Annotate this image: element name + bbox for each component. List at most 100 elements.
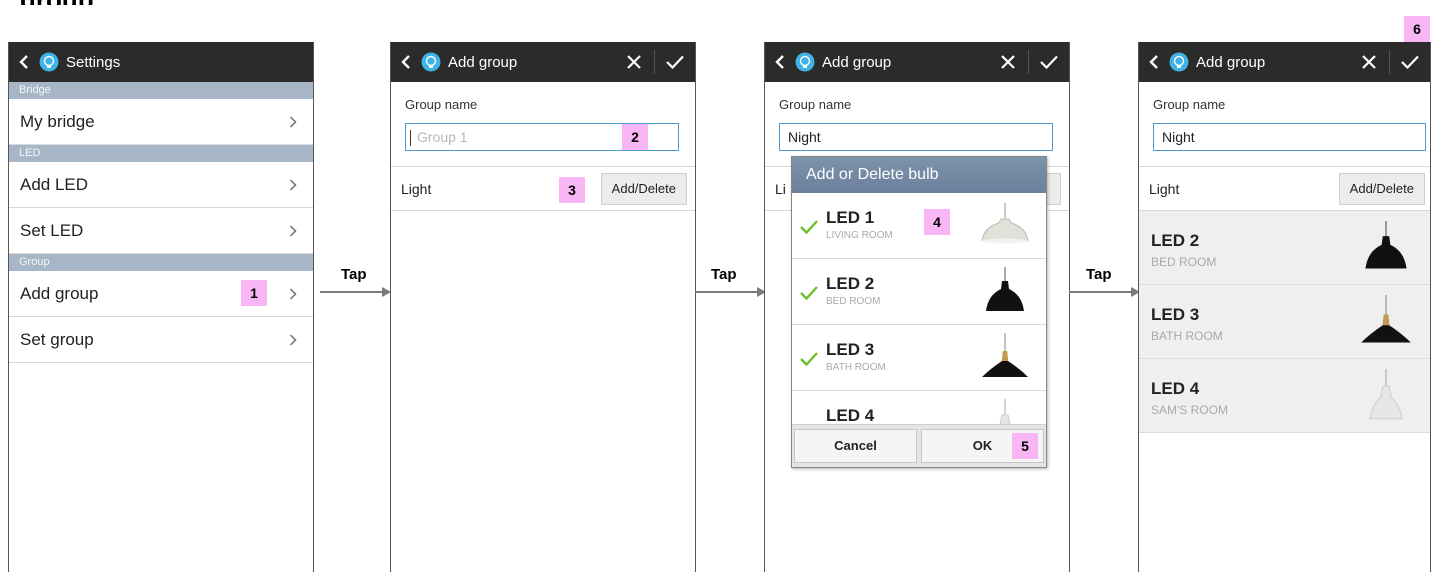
section-header-led: LED <box>9 145 313 162</box>
check-icon[interactable] <box>1029 42 1069 82</box>
group-name-input[interactable]: Night <box>1153 123 1426 151</box>
ok-button[interactable]: OK 5 <box>921 429 1044 463</box>
group-name-value: Night <box>1162 129 1195 145</box>
group-name-placeholder: Group 1 <box>417 129 468 145</box>
bulb-name: LED 4 <box>826 406 875 425</box>
close-icon[interactable] <box>988 42 1028 82</box>
tap-label: Tap <box>1086 266 1112 283</box>
check-icon[interactable] <box>1390 42 1430 82</box>
app-logo-icon <box>39 52 59 72</box>
section-header-bridge: Bridge <box>9 82 313 99</box>
section-header-group: Group <box>9 254 313 271</box>
arrow-right-icon <box>1069 287 1140 297</box>
checkbox-icon[interactable] <box>800 285 818 301</box>
screen-settings: Settings Bridge My bridge LED Add LED Se… <box>8 42 314 572</box>
app-logo-icon <box>795 52 815 72</box>
back-chevron-icon[interactable] <box>19 55 33 69</box>
bulb-room: BATH ROOM <box>826 362 886 373</box>
chevron-right-icon <box>289 115 297 128</box>
bulb-name: LED 2 <box>826 274 875 293</box>
group-name-value: Night <box>788 129 821 145</box>
list-item-add-group[interactable]: Add group 1 <box>9 271 313 317</box>
bulb-name: LED 3 <box>826 340 875 359</box>
action-bar: Add group <box>391 42 695 82</box>
pendant-lamp-icon <box>986 267 1024 311</box>
list-item-set-led[interactable]: Set LED <box>9 208 313 254</box>
step-badge-6: 6 <box>1404 16 1430 42</box>
chevron-right-icon <box>289 333 297 346</box>
close-icon[interactable] <box>1349 42 1389 82</box>
light-label: Light <box>1149 181 1180 197</box>
dialog-footer: Cancel OK 5 <box>792 424 1046 467</box>
dialog-item-led-2[interactable]: LED 2 BED ROOM <box>792 259 1046 325</box>
screen-title: Add group <box>448 53 518 71</box>
bulb-name: LED 3 <box>1151 305 1200 324</box>
group-light-item[interactable]: LED 4 SAM'S ROOM <box>1139 359 1430 433</box>
pendant-lamp-icon <box>981 203 1029 244</box>
screen-add-group-result: Add group Group name Night Light Add/Del… <box>1138 42 1431 572</box>
arrow-right-icon <box>320 287 391 297</box>
ok-button-label: OK <box>972 438 993 453</box>
chevron-right-icon <box>289 224 297 237</box>
check-icon[interactable] <box>655 42 695 82</box>
action-bar: Add group <box>765 42 1069 82</box>
list-item-set-group[interactable]: Set group <box>9 317 313 363</box>
add-delete-button[interactable]: Add/Delete <box>600 173 687 205</box>
dialog-item-led-3[interactable]: LED 3 BATH ROOM <box>792 325 1046 391</box>
page-heading-fragment: group <box>20 0 94 5</box>
add-delete-bulb-dialog: Add or Delete bulb LED 1 LIVING ROOM 4 L… <box>791 156 1047 468</box>
group-name-label: Group name <box>405 97 478 112</box>
group-light-item[interactable]: LED 2 BED ROOM <box>1139 211 1430 285</box>
list-item-add-led[interactable]: Add LED <box>9 162 313 208</box>
bulb-room: BED ROOM <box>1151 255 1217 269</box>
group-name-label: Group name <box>1153 97 1226 112</box>
light-row: Light Add/Delete <box>1139 166 1430 211</box>
light-label: Li <box>775 181 786 197</box>
step-badge-4: 4 <box>924 209 950 235</box>
step-badge-1: 1 <box>241 280 267 306</box>
back-chevron-icon[interactable] <box>775 55 789 69</box>
chevron-right-icon <box>289 178 297 191</box>
pendant-lamp-icon <box>1365 221 1407 269</box>
group-name-input[interactable]: Night <box>779 123 1053 151</box>
bulb-room: SAM'S ROOM <box>1151 403 1228 417</box>
list-item-my-bridge[interactable]: My bridge <box>9 99 313 145</box>
bulb-name: LED 1 <box>826 208 875 227</box>
light-label: Light <box>401 181 432 197</box>
list-item-label: Add group <box>20 283 99 303</box>
list-item-label: My bridge <box>20 111 95 131</box>
checkbox-icon[interactable] <box>800 351 818 367</box>
screen-title: Settings <box>66 53 121 71</box>
step-badge-3: 3 <box>559 177 585 203</box>
bulb-room: LIVING ROOM <box>826 230 893 241</box>
action-bar: Add group <box>1139 42 1430 82</box>
list-item-label: Add LED <box>20 174 89 194</box>
list-item-label: Set LED <box>20 220 84 240</box>
bulb-name: LED 2 <box>1151 231 1200 250</box>
list-item-label: Set group <box>20 329 94 349</box>
tap-label: Tap <box>341 266 367 283</box>
bulb-room: BED ROOM <box>826 296 881 307</box>
cancel-button[interactable]: Cancel <box>794 429 917 463</box>
arrow-right-icon <box>695 287 766 297</box>
screen-title: Add group <box>822 53 892 71</box>
checkbox-icon[interactable] <box>800 219 818 235</box>
back-chevron-icon[interactable] <box>1149 55 1163 69</box>
dialog-item-led-1[interactable]: LED 1 LIVING ROOM 4 <box>792 193 1046 259</box>
step-badge-2: 2 <box>622 124 648 150</box>
app-logo-icon <box>421 52 441 72</box>
bulb-name: LED 4 <box>1151 379 1200 398</box>
screen-title: Add group <box>1196 53 1266 71</box>
pendant-lamp-icon <box>982 333 1028 377</box>
bulb-room: BATH ROOM <box>1151 329 1223 343</box>
close-icon[interactable] <box>614 42 654 82</box>
group-light-item[interactable]: LED 3 BATH ROOM <box>1139 285 1430 359</box>
tap-label: Tap <box>711 266 737 283</box>
screen-add-group-empty: Add group Group name Group 1 2 Light 3 A… <box>390 42 696 572</box>
add-delete-button[interactable]: Add/Delete <box>1338 173 1425 205</box>
app-logo-icon <box>1169 52 1189 72</box>
action-bar: Settings <box>9 42 313 82</box>
light-row: Light 3 Add/Delete <box>391 166 695 211</box>
dialog-title: Add or Delete bulb <box>792 157 1046 193</box>
back-chevron-icon[interactable] <box>401 55 415 69</box>
